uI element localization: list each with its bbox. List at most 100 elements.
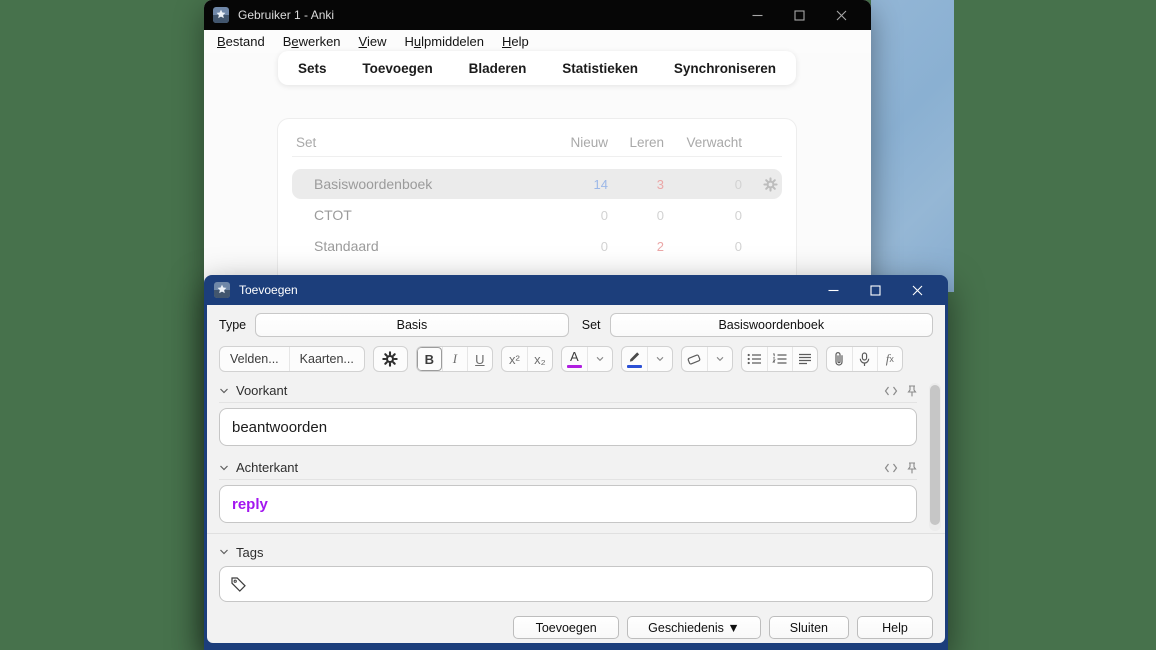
media-group: fx xyxy=(825,346,903,372)
gear-icon[interactable] xyxy=(374,347,407,371)
tab-synchroniseren[interactable]: Synchroniseren xyxy=(674,61,776,76)
list-group xyxy=(740,346,818,372)
add-note-dialog: Toevoegen Type Basis Set Basiswoordenboe… xyxy=(204,275,948,650)
close-icon[interactable] xyxy=(896,275,938,305)
highlight-color-dropdown[interactable] xyxy=(646,347,672,371)
divider xyxy=(207,533,945,534)
deck-new-count: 14 xyxy=(593,176,608,192)
maximize-icon[interactable] xyxy=(778,0,820,30)
highlight-color-swatch xyxy=(626,364,642,368)
field-label: Voorkant xyxy=(236,383,288,398)
close-icon[interactable] xyxy=(820,0,862,30)
tab-sets[interactable]: Sets xyxy=(298,61,327,76)
voorkant-field-input[interactable]: beantwoorden xyxy=(219,408,917,446)
desktop-wallpaper-blue xyxy=(871,0,954,292)
column-header-set: Set xyxy=(296,135,317,150)
table-row[interactable]: CTOT 0 0 0 xyxy=(292,200,782,230)
remove-format-group xyxy=(680,346,733,372)
tab-toevoegen[interactable]: Toevoegen xyxy=(362,61,432,76)
field-header-achterkant[interactable]: Achterkant xyxy=(219,456,917,480)
deck-table-header: Set Nieuw Leren Verwacht xyxy=(292,129,782,157)
tab-bladeren[interactable]: Bladeren xyxy=(469,61,527,76)
deck-learn-count: 3 xyxy=(656,176,664,192)
help-button[interactable]: Help xyxy=(857,616,933,639)
superscript-button[interactable]: x² xyxy=(502,347,527,371)
microphone-icon[interactable] xyxy=(851,347,877,371)
add-button[interactable]: Toevoegen xyxy=(513,616,620,639)
underline-button[interactable]: U xyxy=(466,347,492,371)
deck-new-count: 0 xyxy=(600,207,608,223)
menu-bewerken[interactable]: Bewerken xyxy=(274,31,350,52)
highlight-color-group xyxy=(620,346,673,372)
pin-icon[interactable] xyxy=(907,384,917,397)
notetype-selector[interactable]: Basis xyxy=(255,313,569,337)
column-header-nieuw: Nieuw xyxy=(570,135,608,150)
remove-format-dropdown[interactable] xyxy=(706,347,732,371)
code-icon[interactable] xyxy=(884,463,898,473)
eraser-icon[interactable] xyxy=(682,347,707,371)
tab-statistieken[interactable]: Statistieken xyxy=(562,61,638,76)
main-tab-bar: Sets Toevoegen Bladeren Statistieken Syn… xyxy=(278,51,796,85)
dialog-titlebar: Toevoegen xyxy=(204,275,948,305)
menu-bar: Bestand Bewerken View Hulpmiddelen Help xyxy=(204,30,871,53)
notetype-deck-row: Type Basis Set Basiswoordenboek xyxy=(219,313,933,337)
dialog-window-controls xyxy=(812,275,938,305)
deck-table-card: Set Nieuw Leren Verwacht Basiswoordenboe… xyxy=(277,118,797,286)
text-color-button[interactable]: A xyxy=(562,347,587,371)
deck-name[interactable]: CTOT xyxy=(292,207,544,223)
highlight-color-button[interactable] xyxy=(622,347,647,371)
tags-input[interactable] xyxy=(219,566,933,602)
column-header-leren: Leren xyxy=(629,135,664,150)
pin-icon[interactable] xyxy=(907,461,917,474)
menu-bestand[interactable]: Bestand xyxy=(208,31,274,52)
chevron-down-icon xyxy=(220,549,228,555)
fields-area: Voorkant beantwoorden Achterkant reply xyxy=(219,379,941,531)
deck-selector[interactable]: Basiswoordenboek xyxy=(609,313,933,337)
main-window-title: Gebruiker 1 - Anki xyxy=(238,8,335,22)
menu-view[interactable]: View xyxy=(350,31,396,52)
basic-format-group: B I U xyxy=(415,346,493,372)
math-button[interactable]: fx xyxy=(876,347,902,371)
text-color-dropdown[interactable] xyxy=(586,347,612,371)
table-row[interactable]: Basiswoordenboek 14 3 0 xyxy=(292,169,782,199)
maximize-icon[interactable] xyxy=(854,275,896,305)
minimize-icon[interactable] xyxy=(812,275,854,305)
deck-gear-icon[interactable] xyxy=(763,176,778,192)
deck-name[interactable]: Standaard xyxy=(292,238,544,254)
gear-group xyxy=(372,346,408,372)
table-row[interactable]: Standaard 0 2 0 xyxy=(292,231,782,261)
type-label: Type xyxy=(219,318,247,332)
fields-cards-group: Velden... Kaarten... xyxy=(219,346,365,372)
paperclip-icon[interactable] xyxy=(827,347,852,371)
deck-name[interactable]: Basiswoordenboek xyxy=(292,176,544,192)
deck-due-count: 0 xyxy=(734,238,742,254)
achterkant-field-input[interactable]: reply xyxy=(219,485,917,523)
pen-icon xyxy=(629,351,639,362)
main-window-controls xyxy=(736,0,862,30)
code-icon[interactable] xyxy=(884,386,898,396)
subscript-button[interactable]: x₂ xyxy=(526,347,552,371)
bold-button[interactable]: B xyxy=(417,347,442,371)
numbered-list-icon[interactable] xyxy=(766,347,792,371)
menu-hulpmiddelen[interactable]: Hulpmiddelen xyxy=(396,31,494,52)
tags-header[interactable]: Tags xyxy=(219,540,933,564)
field-header-voorkant[interactable]: Voorkant xyxy=(219,379,917,403)
menu-help[interactable]: Help xyxy=(493,31,538,52)
set-label: Set xyxy=(581,318,601,332)
deck-due-count: 0 xyxy=(734,176,742,192)
chevron-down-icon xyxy=(220,388,228,393)
script-group: x² x₂ xyxy=(500,346,553,372)
history-button[interactable]: Geschiedenis ▼ xyxy=(627,616,761,639)
bullet-list-icon[interactable] xyxy=(742,347,767,371)
deck-learn-count: 2 xyxy=(656,238,664,254)
scrollbar-thumb[interactable] xyxy=(930,385,940,525)
fields-scrollbar[interactable] xyxy=(929,383,941,531)
minimize-icon[interactable] xyxy=(736,0,778,30)
close-button[interactable]: Sluiten xyxy=(768,616,849,639)
chevron-down-icon xyxy=(596,356,604,362)
justify-icon[interactable] xyxy=(791,347,817,371)
italic-button[interactable]: I xyxy=(441,347,467,371)
cards-button[interactable]: Kaarten... xyxy=(288,347,364,371)
dialog-content: Type Basis Set Basiswoordenboek Velden..… xyxy=(207,305,945,643)
fields-button[interactable]: Velden... xyxy=(220,347,289,371)
